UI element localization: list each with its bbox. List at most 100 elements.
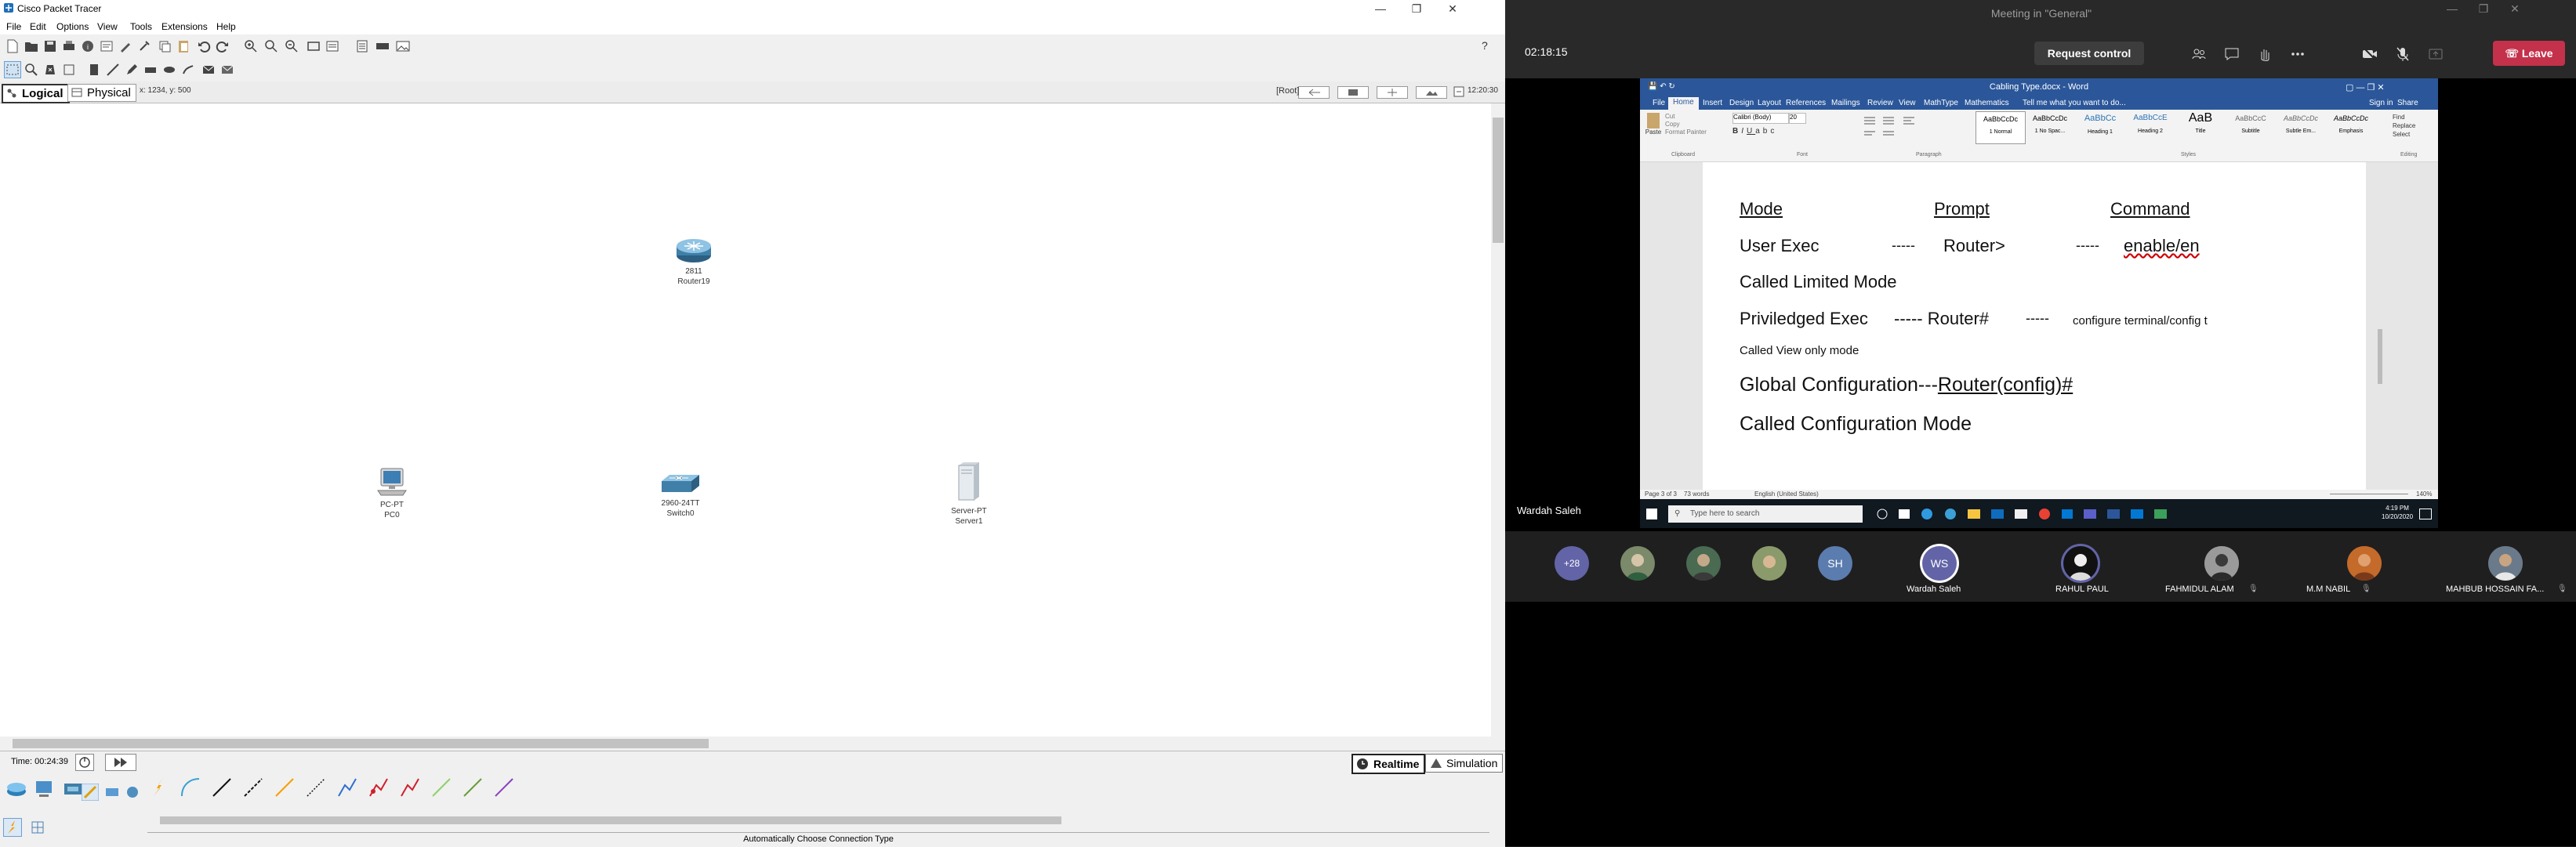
style-heading2[interactable]: AaBbCcE Heading 2 — [2126, 111, 2175, 143]
leave-button[interactable]: ☏ Leave — [2493, 41, 2565, 66]
word-tab-mathematics[interactable]: Mathematics — [1965, 99, 2009, 107]
device-switch0[interactable]: 2960-24TT Switch0 — [649, 473, 712, 519]
activity-wizard-icon[interactable]: i — [80, 38, 96, 54]
participant-mahbub-avatar[interactable] — [2488, 546, 2523, 581]
draw-pencil-icon[interactable] — [124, 62, 140, 78]
taskbar-apps[interactable] — [1875, 507, 2189, 521]
device-router19[interactable]: 2811 Router19 — [666, 237, 721, 287]
device-list-scroll-thumb[interactable] — [160, 816, 1061, 824]
realtime-mode-button[interactable]: Realtime — [1351, 754, 1426, 774]
delete-icon[interactable] — [42, 62, 58, 78]
paste-icon[interactable] — [176, 38, 191, 54]
phone-cable-icon[interactable] — [303, 774, 329, 801]
resize-icon[interactable] — [61, 62, 77, 78]
set-background-icon[interactable] — [1416, 86, 1447, 99]
word-page-count[interactable]: Page 3 of 3 — [1645, 490, 1677, 498]
word-zoom-level[interactable]: 140% — [2416, 490, 2432, 498]
add-complex-pdu-icon[interactable] — [220, 62, 235, 78]
teams-restore-button[interactable]: ❐ — [2468, 0, 2499, 17]
redo-icon[interactable] — [215, 38, 230, 54]
select-button[interactable]: Select — [2393, 130, 2415, 139]
teams-minimize-button[interactable]: — — [2436, 0, 2468, 17]
tab-logical[interactable]: Logical — [2, 84, 70, 103]
multiuser-icon[interactable] — [124, 784, 141, 801]
undo-icon[interactable] — [196, 38, 212, 54]
cut-button[interactable]: Cut — [1665, 113, 1707, 121]
participant-wardah-avatar[interactable]: WS — [1922, 546, 1957, 581]
serial-dce-cable-icon[interactable] — [365, 774, 392, 801]
menu-view[interactable]: View — [97, 21, 118, 32]
participant-sh[interactable]: SH — [1818, 546, 1852, 581]
select-tool-icon[interactable] — [4, 61, 21, 78]
device-server1[interactable]: Server-PT Server1 — [942, 461, 996, 527]
word-window-controls[interactable]: ▢ — ❐ ✕ — [2346, 82, 2385, 92]
style-heading1[interactable]: AaBbCc Heading 1 — [2076, 111, 2124, 143]
straight-through-cable-icon[interactable] — [209, 774, 235, 801]
crossover-cable-icon[interactable] — [240, 774, 267, 801]
inspect-icon[interactable] — [24, 62, 39, 78]
viewport-icon[interactable] — [1453, 86, 1464, 97]
menu-tools[interactable]: Tools — [130, 21, 152, 32]
taskbar-date[interactable]: 10/20/2020 — [2382, 512, 2413, 521]
wizard-icon[interactable] — [118, 38, 133, 54]
word-tab-review[interactable]: Review — [1867, 99, 1893, 107]
save-icon[interactable] — [42, 38, 58, 54]
draw-ellipse-icon[interactable] — [161, 62, 177, 78]
style-no-spacing[interactable]: AaBbCcDc 1 No Spac... — [2026, 111, 2074, 143]
tab-physical[interactable]: Physical — [67, 84, 136, 102]
participant-fahmidul-avatar[interactable] — [2204, 546, 2239, 581]
raise-hand-icon[interactable] — [2256, 45, 2273, 63]
help-icon[interactable]: ? — [1482, 39, 1488, 52]
style-subtle-emphasis[interactable]: AaBbCcDc Subtle Em... — [2277, 111, 2325, 143]
logical-workspace[interactable] — [0, 103, 1491, 737]
fiber-cable-icon[interactable] — [271, 774, 298, 801]
style-title[interactable]: AaB Title — [2176, 111, 2225, 143]
image-icon[interactable] — [395, 38, 411, 54]
new-cluster-icon[interactable] — [1337, 86, 1369, 99]
root-label[interactable]: [Root] — [1276, 86, 1299, 96]
participant-avatar-4[interactable] — [1752, 546, 1787, 581]
style-normal[interactable]: AaBbCcDc 1 Normal — [1976, 111, 2026, 144]
word-tab-insert[interactable]: Insert — [1703, 99, 1722, 107]
find-button[interactable]: Find — [2393, 113, 2415, 121]
copy-icon[interactable] — [157, 38, 172, 54]
menu-edit[interactable]: Edit — [30, 21, 46, 32]
font-size-box[interactable]: 20 — [1789, 113, 1806, 124]
freeform-icon[interactable] — [180, 62, 196, 78]
font-name-box[interactable]: Calibri (Body) — [1732, 113, 1789, 124]
menu-help[interactable]: Help — [216, 21, 236, 32]
new-file-icon[interactable] — [5, 38, 20, 54]
word-sign-in[interactable]: Sign in — [2369, 99, 2393, 107]
style-subtitle[interactable]: AaBbCcC Subtitle — [2226, 111, 2275, 143]
power-cycle-icon[interactable] — [75, 754, 94, 771]
restore-button[interactable]: ❐ — [1399, 0, 1435, 17]
word-tab-layout[interactable]: Layout — [1758, 99, 1781, 107]
word-tab-mathtype[interactable]: MathType — [1924, 99, 1958, 107]
palette-icon[interactable] — [325, 38, 340, 54]
zoom-in-icon[interactable] — [243, 38, 259, 54]
usb-cable-icon[interactable] — [491, 774, 517, 801]
taskbar-time[interactable]: 4:19 PM — [2382, 504, 2413, 512]
draw-rectangle-icon[interactable] — [143, 62, 158, 78]
word-tab-references[interactable]: References — [1786, 99, 1826, 107]
font-format-buttons[interactable]: BIUabc — [1732, 127, 1777, 136]
format-painter-button[interactable]: Format Painter — [1665, 128, 1707, 136]
misc-icon[interactable] — [103, 784, 121, 801]
word-scroll-thumb[interactable] — [2378, 329, 2382, 384]
camera-off-icon[interactable] — [2361, 45, 2378, 63]
note-icon[interactable] — [86, 62, 102, 78]
print-icon[interactable] — [61, 38, 77, 54]
word-tab-view[interactable]: View — [1899, 99, 1916, 107]
draw-line-icon[interactable] — [105, 62, 121, 78]
close-button[interactable]: ✕ — [1435, 0, 1471, 17]
notification-icon[interactable] — [2419, 509, 2432, 519]
replace-button[interactable]: Replace — [2393, 121, 2415, 130]
word-tab-home[interactable]: Home — [1668, 97, 1699, 110]
taskbar-search-box[interactable]: ⚲ Type here to search — [1668, 505, 1863, 523]
copy-button[interactable]: Copy — [1665, 121, 1707, 128]
tools-icon[interactable] — [136, 38, 152, 54]
word-language[interactable]: English (United States) — [1754, 490, 1819, 498]
add-simple-pdu-icon[interactable] — [201, 62, 216, 78]
rectangle-icon[interactable] — [306, 38, 321, 54]
menu-extensions[interactable]: Extensions — [161, 21, 208, 32]
